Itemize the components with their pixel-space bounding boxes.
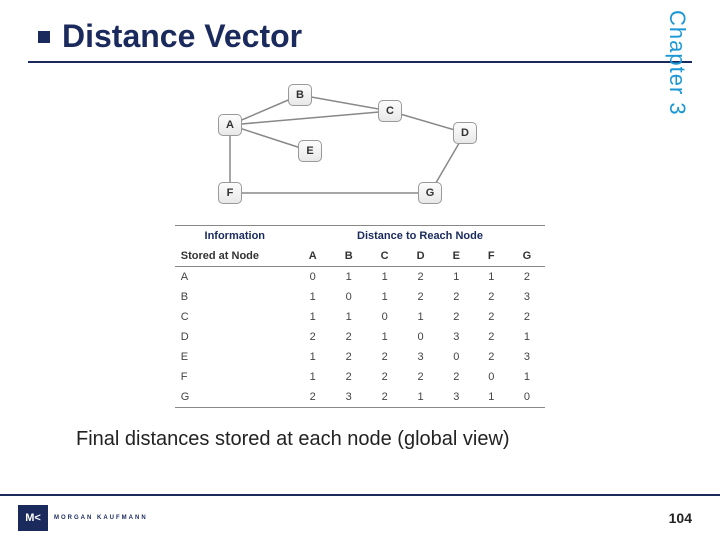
table-cell: 2: [403, 287, 439, 307]
table-cell: 2: [439, 367, 474, 387]
footer: M< MORGAN KAUFMANN 104: [0, 494, 720, 540]
table-cell: 2: [474, 307, 509, 327]
table-col: F: [474, 246, 509, 267]
table-col: E: [439, 246, 474, 267]
table-header-info-2: Stored at Node: [175, 246, 295, 267]
table-cell: 1: [331, 307, 367, 327]
table-cell: 1: [295, 347, 331, 367]
table-row: E1223023: [175, 347, 545, 367]
title-bullet-icon: [38, 31, 50, 43]
figure-caption: Final distances stored at each node (glo…: [76, 428, 510, 451]
table-header-row: Stored at Node A B C D E F G: [175, 246, 545, 267]
slide: Chapter 3 Distance Vector A B C D E F G: [0, 0, 720, 540]
graph-node: D: [453, 122, 477, 144]
table-cell: 2: [474, 347, 509, 367]
table-col: G: [509, 246, 546, 267]
table-row-label: B: [175, 287, 295, 307]
graph-node: B: [288, 84, 312, 106]
table-cell: 1: [509, 367, 546, 387]
table-cell: 2: [367, 387, 403, 408]
table-row-label: A: [175, 267, 295, 288]
logo-mark-icon: M<: [18, 505, 48, 531]
content-area: A B C D E F G Information Distance to Re…: [28, 81, 692, 451]
table-row-label: E: [175, 347, 295, 367]
table-row: A0112112: [175, 267, 545, 288]
graph-node: E: [298, 140, 322, 162]
table-row-label: D: [175, 327, 295, 347]
table-cell: 2: [331, 367, 367, 387]
table-cell: 2: [439, 307, 474, 327]
table-row-label: F: [175, 367, 295, 387]
table-cell: 2: [367, 367, 403, 387]
table-row: D2210321: [175, 327, 545, 347]
table-cell: 3: [403, 347, 439, 367]
table-cell: 1: [367, 287, 403, 307]
table-cell: 2: [474, 287, 509, 307]
graph-node: A: [218, 114, 242, 136]
table-cell: 1: [295, 287, 331, 307]
table-row-label: G: [175, 387, 295, 408]
table-row: B1012223: [175, 287, 545, 307]
table-cell: 2: [367, 347, 403, 367]
graph-node: C: [378, 100, 402, 122]
table-col: D: [403, 246, 439, 267]
page-title: Distance Vector: [62, 18, 302, 55]
table-cell: 1: [403, 387, 439, 408]
table-cell: 3: [509, 287, 546, 307]
title-underline: [28, 61, 692, 63]
table-cell: 2: [295, 327, 331, 347]
table-row: G2321310: [175, 387, 545, 408]
publisher-logo: M< MORGAN KAUFMANN: [18, 505, 148, 531]
table-cell: 2: [509, 307, 546, 327]
table-header-info-1: Information: [175, 226, 295, 247]
table-cell: 1: [474, 387, 509, 408]
table-cell: 0: [509, 387, 546, 408]
table-cell: 1: [474, 267, 509, 288]
table-cell: 2: [403, 267, 439, 288]
table-row: F1222201: [175, 367, 545, 387]
table-cell: 1: [367, 267, 403, 288]
chapter-label: Chapter 3: [664, 10, 690, 116]
table-cell: 2: [509, 267, 546, 288]
page-number: 104: [669, 510, 692, 526]
title-row: Distance Vector: [38, 18, 692, 55]
table-cell: 0: [295, 267, 331, 288]
table-cell: 2: [331, 327, 367, 347]
table-cell: 3: [439, 327, 474, 347]
logo-text: MORGAN KAUFMANN: [54, 515, 148, 521]
table-cell: 1: [439, 267, 474, 288]
table-cell: 1: [403, 307, 439, 327]
table-row: C1101222: [175, 307, 545, 327]
table-cell: 1: [295, 367, 331, 387]
table-col: C: [367, 246, 403, 267]
table-cell: 3: [509, 347, 546, 367]
distance-table: Information Distance to Reach Node Store…: [175, 225, 545, 408]
table-row-label: C: [175, 307, 295, 327]
table-cell: 0: [439, 347, 474, 367]
table-cell: 0: [403, 327, 439, 347]
table-cell: 2: [474, 327, 509, 347]
table-cell: 1: [367, 327, 403, 347]
table-cell: 3: [331, 387, 367, 408]
graph-node: F: [218, 182, 242, 204]
table-cell: 0: [331, 287, 367, 307]
table-col: A: [295, 246, 331, 267]
table-cell: 1: [509, 327, 546, 347]
table-cell: 3: [439, 387, 474, 408]
network-graph: A B C D E F G: [180, 81, 540, 211]
graph-node: G: [418, 182, 442, 204]
table-cell: 2: [439, 287, 474, 307]
table-header-span: Distance to Reach Node: [295, 226, 545, 247]
table-cell: 1: [331, 267, 367, 288]
table-cell: 2: [331, 347, 367, 367]
table-cell: 0: [367, 307, 403, 327]
table-cell: 2: [295, 387, 331, 408]
table-cell: 1: [295, 307, 331, 327]
table-cell: 2: [403, 367, 439, 387]
table-cell: 0: [474, 367, 509, 387]
table-col: B: [331, 246, 367, 267]
